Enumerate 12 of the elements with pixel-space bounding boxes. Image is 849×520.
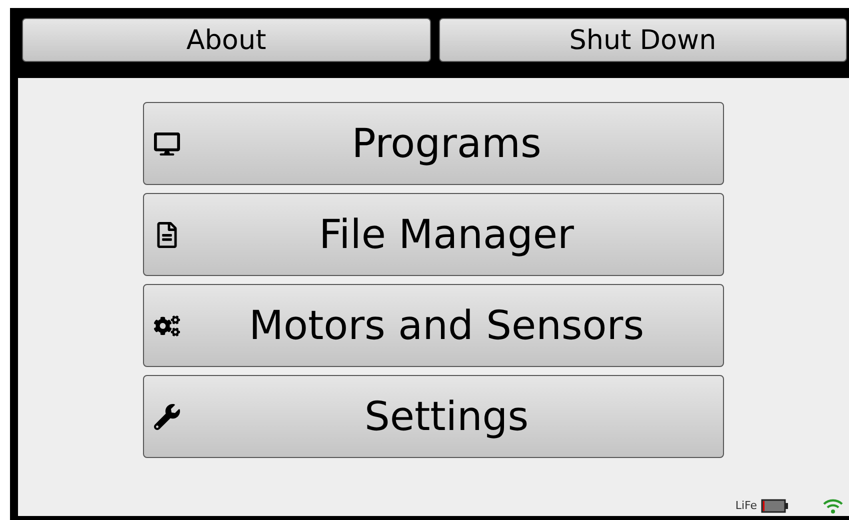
top-button[interactable]: About [22, 18, 430, 62]
monitor-icon [154, 130, 180, 156]
battery-label: LiFe [735, 498, 757, 514]
wrench-icon [154, 404, 180, 430]
top-button[interactable]: Shut Down [438, 18, 847, 62]
wifi-icon [823, 498, 843, 514]
battery-icon [761, 498, 789, 513]
menu-button[interactable]: Programs [143, 102, 724, 185]
menu-button[interactable]: Settings [143, 375, 724, 458]
menu-button[interactable]: File Manager [143, 193, 724, 276]
gears-icon [154, 312, 180, 338]
menu-button[interactable]: Motors and Sensors [143, 284, 724, 367]
